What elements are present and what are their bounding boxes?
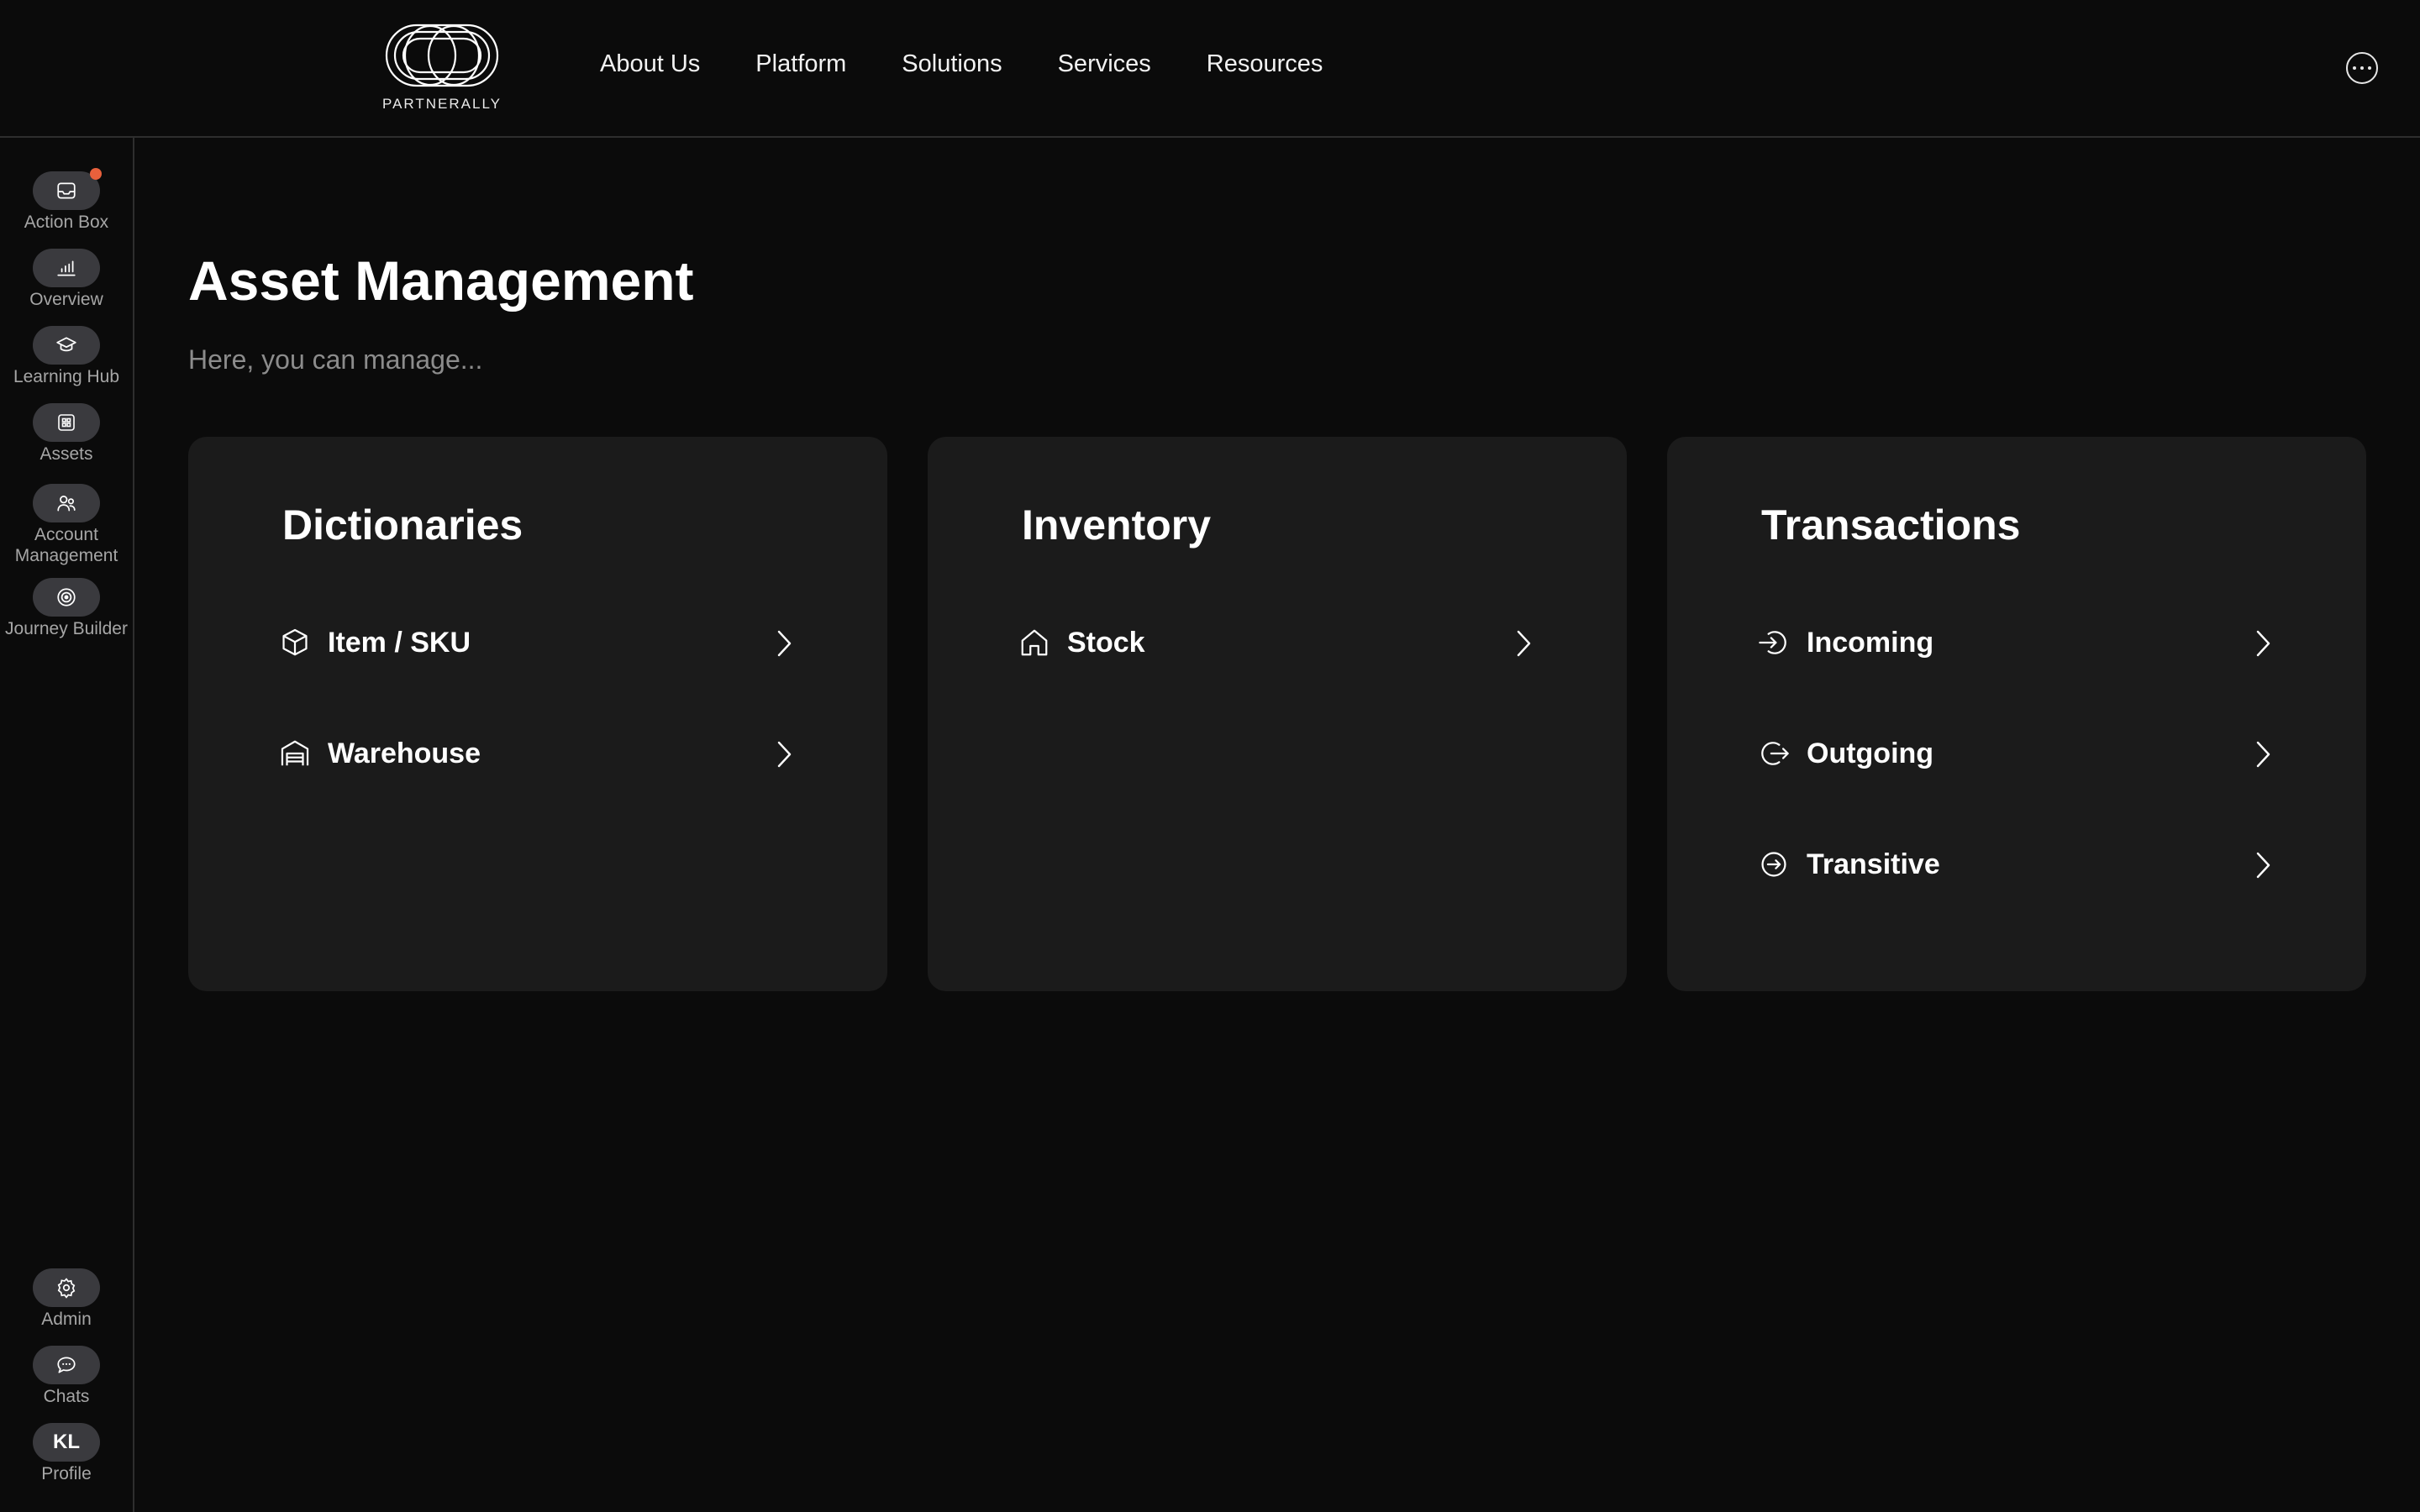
users-icon: [57, 496, 76, 512]
box-icon: [282, 628, 308, 656]
inbox-icon: [57, 182, 76, 199]
card-inventory: Inventory Stock: [928, 437, 1627, 991]
brand-name: PARTNERALLY: [382, 96, 502, 112]
sidebar-item-label: Profile: [41, 1464, 92, 1483]
nav-solutions[interactable]: Solutions: [902, 50, 1002, 87]
top-navigation-bar: PARTNERALLY About Us Platform Solutions …: [0, 0, 2420, 138]
card-dictionaries: Dictionaries Item / SKU Warehouse: [188, 437, 887, 991]
row-label: Incoming: [1807, 627, 1934, 659]
sidebar-item-label: Action Box: [24, 213, 109, 232]
card-title: Dictionaries: [282, 501, 523, 549]
warehouse-icon: [281, 740, 309, 766]
sidebar-item-journey-builder[interactable]: Journey Builder: [0, 578, 133, 639]
row-label: Transitive: [1807, 848, 1940, 880]
link-transitive[interactable]: Transitive: [1761, 840, 2274, 890]
row-label: Warehouse: [328, 738, 481, 769]
avatar-initials: KL: [53, 1431, 80, 1453]
sidebar-item-profile[interactable]: KL Profile: [0, 1423, 133, 1484]
graduation-cap-icon: [56, 337, 76, 352]
sidebar-item-admin[interactable]: Admin: [0, 1268, 133, 1330]
sidebar-item-label: Account Management: [14, 525, 118, 565]
sidebar-item-label: Admin: [41, 1310, 92, 1329]
link-outgoing[interactable]: Outgoing: [1761, 729, 2274, 780]
chevron-right-icon: [2256, 630, 2270, 657]
home-icon: [1021, 629, 1048, 656]
target-icon: [57, 588, 76, 606]
link-item-sku[interactable]: Item / SKU: [282, 618, 795, 669]
grid-icon: [58, 414, 75, 431]
brand-logo[interactable]: PARTNERALLY: [382, 24, 502, 116]
sidebar-pill: [33, 168, 102, 210]
chat-icon: [57, 1357, 76, 1373]
sidebar: Action Box Overview Learning Hub Assets …: [0, 138, 134, 1512]
chevron-right-icon: [2256, 741, 2270, 768]
chevron-right-icon: [1517, 630, 1531, 657]
sidebar-item-learning-hub[interactable]: Learning Hub: [0, 326, 133, 387]
nav-platform[interactable]: Platform: [755, 50, 846, 87]
outgoing-icon: [1761, 742, 1789, 765]
sidebar-item-assets[interactable]: Assets: [0, 403, 133, 465]
link-warehouse[interactable]: Warehouse: [281, 729, 795, 780]
row-label: Outgoing: [1807, 738, 1934, 769]
sidebar-item-chats[interactable]: Chats: [0, 1346, 133, 1407]
sidebar-item-action-box[interactable]: Action Box: [0, 168, 133, 233]
row-label: Item / SKU: [328, 627, 471, 659]
link-incoming[interactable]: Incoming: [1759, 618, 2274, 669]
card-title: Transactions: [1761, 501, 2021, 549]
more-options-button[interactable]: [2346, 52, 2378, 84]
page-title: Asset Management: [188, 249, 694, 312]
main-nav: About Us Platform Solutions Services Res…: [600, 50, 1378, 87]
sidebar-item-label: Assets: [39, 444, 93, 464]
bar-chart-icon: [57, 260, 76, 276]
transitive-icon: [1761, 852, 1786, 877]
nav-resources[interactable]: Resources: [1207, 50, 1323, 87]
link-stock[interactable]: Stock: [1021, 618, 1534, 669]
more-dots-icon: [2353, 66, 2356, 70]
chevron-right-icon: [2256, 852, 2270, 879]
notification-dot: [90, 168, 102, 180]
nav-services[interactable]: Services: [1058, 50, 1151, 87]
row-label: Stock: [1067, 627, 1145, 659]
chevron-right-icon: [777, 741, 792, 768]
chevron-right-icon: [777, 630, 792, 657]
incoming-icon: [1759, 631, 1786, 654]
logo-rings-icon: [385, 24, 499, 87]
sidebar-item-label: Journey Builder: [5, 619, 128, 638]
sidebar-item-account-management[interactable]: Account Management: [0, 484, 133, 566]
sidebar-item-overview[interactable]: Overview: [0, 249, 133, 310]
card-transactions: Transactions Incoming Outgoing Transitiv…: [1667, 437, 2366, 991]
sidebar-item-label: Overview: [29, 290, 103, 309]
sidebar-item-label: Learning Hub: [13, 367, 120, 386]
nav-about-us[interactable]: About Us: [600, 50, 700, 87]
page-subtitle: Here, you can manage...: [188, 344, 483, 375]
sidebar-item-label: Chats: [43, 1387, 90, 1406]
gear-icon: [57, 1278, 76, 1299]
card-title: Inventory: [1022, 501, 1212, 549]
avatar: KL: [33, 1423, 100, 1462]
